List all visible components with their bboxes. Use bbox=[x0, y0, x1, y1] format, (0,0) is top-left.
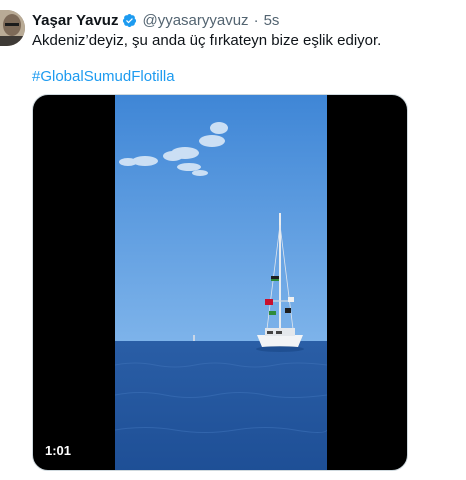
tweet-text: Akdeniz’deyiz, şu anda üç fırkateyn bize… bbox=[32, 32, 382, 49]
video-duration: 1:01 bbox=[45, 443, 72, 458]
author-name[interactable]: Yaşar Yavuz bbox=[32, 12, 118, 29]
separator-dot: · bbox=[253, 11, 259, 29]
tweet-header: Yaşar Yavuz @yyasaryyavuz · 5s bbox=[32, 11, 279, 29]
avatar[interactable] bbox=[0, 10, 25, 46]
sailboat-scene bbox=[114, 95, 328, 470]
video-player[interactable]: 1:01 bbox=[32, 94, 408, 471]
video-frame[interactable] bbox=[114, 95, 328, 470]
author-handle[interactable]: @yyasaryyavuz bbox=[142, 12, 248, 29]
verified-badge-icon bbox=[122, 13, 137, 28]
hashtag-link[interactable]: #GlobalSumudFlotilla bbox=[32, 67, 175, 87]
timestamp[interactable]: 5s bbox=[264, 12, 280, 29]
